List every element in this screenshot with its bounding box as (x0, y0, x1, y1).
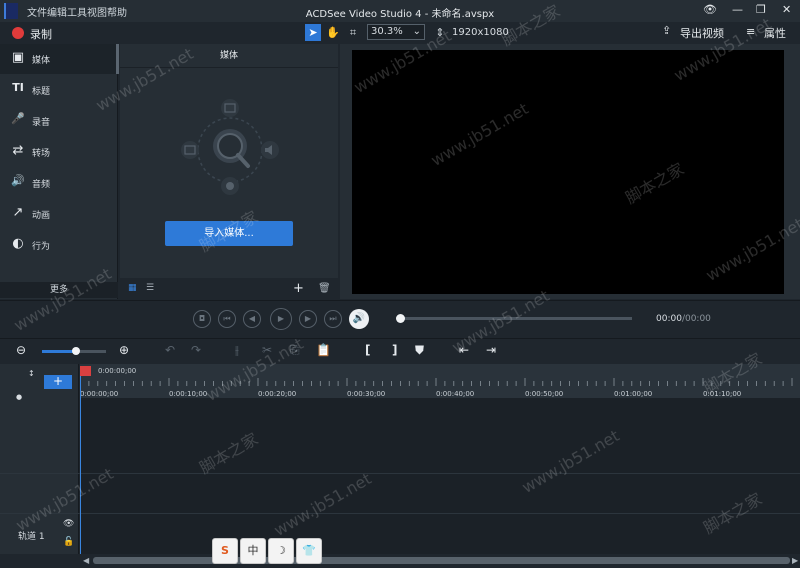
record-dot-icon[interactable] (12, 27, 24, 39)
volume-icon[interactable]: 🔊 (349, 309, 369, 329)
redo-icon[interactable]: ↷ (191, 343, 201, 357)
track-lock-icon[interactable]: 🔓 (63, 537, 74, 547)
arrow-icon: ↗ (12, 205, 24, 220)
list-view-icon[interactable]: ☰ (146, 283, 154, 293)
snapshot-icon[interactable]: ◘ (193, 310, 211, 328)
ruler-label: 0:00:50;00 (525, 390, 564, 398)
feedback-eye-icon[interactable]: 👁 (703, 3, 717, 16)
speaker-icon: 🔊 (11, 174, 25, 187)
ruler-label: 0:00:20;00 (258, 390, 297, 398)
add-track-button[interactable]: + (44, 375, 72, 389)
ruler-label: 0:01:00;00 (614, 390, 653, 398)
transition-icon: ⇄ (12, 143, 24, 158)
ruler-label: 0:00:10;00 (169, 390, 208, 398)
minimize-button[interactable]: — (732, 3, 743, 16)
record-button[interactable]: 录制 (30, 26, 52, 42)
timeline-zoom-slider[interactable] (42, 347, 106, 355)
track-area[interactable] (0, 398, 800, 554)
play-icon[interactable]: ▶ (270, 308, 292, 330)
trash-icon[interactable]: 🗑 (318, 283, 331, 294)
window-title: ACDSee Video Studio 4 - 未命名.avspx (305, 9, 495, 20)
dot-icon: ● (16, 393, 23, 401)
go-to-end-icon[interactable]: ⇥ (486, 343, 496, 357)
expand-tracks-icon[interactable]: ↕ (28, 369, 35, 378)
progress-knob[interactable] (396, 314, 405, 323)
current-time: 00:00 (656, 314, 682, 324)
sidebar-item-animation[interactable]: ↗ 动画 (0, 199, 117, 229)
total-time: /00:00 (681, 314, 711, 324)
media-icon: ▣ (11, 50, 25, 65)
export-icon: ⇪ (662, 24, 672, 37)
sidebar: ▣ 媒体 TI 标题 🎤 录音 ⇄ 转场 🔊 音频 ↗ 动画 ◐ 行为 (0, 44, 118, 299)
chevron-down-icon: ⌄ (412, 26, 421, 37)
marker-icon[interactable]: ⛊ (415, 343, 424, 358)
skip-start-icon[interactable]: ⏮ (218, 310, 236, 328)
skip-end-icon[interactable]: ⏭ (324, 310, 342, 328)
ime-skin-icon[interactable]: 👕 (296, 538, 322, 564)
zoom-slider-knob[interactable] (72, 347, 80, 355)
select-tool-icon[interactable]: ➤ (305, 24, 321, 41)
sidebar-item-label: 行为 (32, 242, 51, 252)
scroll-left-icon[interactable]: ◀ (83, 556, 89, 565)
ime-logo-icon[interactable]: S (212, 538, 238, 564)
grid-view-icon[interactable]: ▦ (128, 283, 137, 293)
behavior-icon: ◐ (12, 236, 24, 251)
ruler-label: 0:00:40;00 (436, 390, 475, 398)
sidebar-item-transitions[interactable]: ⇄ 转场 (0, 137, 117, 167)
sidebar-item-media[interactable]: ▣ 媒体 (0, 44, 117, 74)
ime-language-button[interactable]: 中 (240, 538, 266, 564)
mark-in-icon[interactable]: [ (365, 343, 370, 357)
media-placeholder-icon (181, 99, 279, 195)
track-visibility-eye-icon[interactable]: 👁 (63, 519, 74, 529)
track-divider (0, 513, 800, 514)
sidebar-item-label: 转场 (32, 149, 51, 159)
playhead-line (80, 376, 81, 554)
sidebar-scrollbar[interactable] (116, 44, 119, 74)
track-divider (0, 473, 800, 474)
timeline-scroll-thumb[interactable] (93, 557, 790, 564)
mark-out-icon[interactable]: ] (392, 343, 397, 357)
sidebar-item-label: 媒体 (32, 56, 51, 66)
sidebar-item-label: 录音 (32, 118, 51, 128)
ruler-label: 0:00:30;00 (347, 390, 386, 398)
crop-tool-icon[interactable]: ⌗ (345, 24, 361, 41)
time-readout: 00:00/00:00 (656, 314, 711, 324)
sidebar-item-behavior[interactable]: ◐ 行为 (0, 230, 117, 260)
sidebar-item-label: 音频 (32, 180, 51, 190)
zoom-slider-fill (42, 350, 76, 353)
zoom-out-icon[interactable]: ⊖ (16, 343, 26, 357)
ime-toolbar: S 中 ☽ 👕 (212, 538, 324, 566)
close-button[interactable]: ✕ (782, 3, 791, 16)
step-forward-icon[interactable]: ▶ (299, 310, 317, 328)
sidebar-item-audio[interactable]: 🔊 音频 (0, 168, 117, 198)
microphone-icon: 🎤 (11, 112, 25, 125)
sidebar-item-label: 标题 (32, 87, 51, 97)
undo-icon[interactable]: ↶ (165, 343, 175, 357)
ruler-ticks (80, 378, 793, 386)
ruler-label: 0:00:00;00 (80, 390, 119, 398)
zoom-in-icon[interactable]: ⊕ (119, 343, 129, 357)
split-icon[interactable]: ⫲ (235, 343, 239, 358)
ime-moon-icon[interactable]: ☽ (268, 538, 294, 564)
playhead-time: 0:00:00;00 (98, 367, 137, 375)
title-icon: TI (12, 81, 24, 94)
add-media-icon[interactable]: + (293, 281, 304, 296)
export-video-button[interactable]: 导出视频 (680, 25, 724, 41)
preview-canvas[interactable] (352, 50, 784, 294)
hand-tool-icon[interactable]: ✋ (325, 24, 341, 41)
sidebar-item-label: 动画 (32, 211, 51, 221)
scroll-right-icon[interactable]: ▶ (792, 556, 798, 565)
playhead-handle[interactable] (80, 366, 91, 376)
zoom-value: 30.3% (371, 26, 403, 37)
zoom-select[interactable]: 30.3% ⌄ (367, 24, 425, 40)
step-back-icon[interactable]: ◀ (243, 310, 261, 328)
paste-icon[interactable]: 📋 (316, 343, 331, 357)
